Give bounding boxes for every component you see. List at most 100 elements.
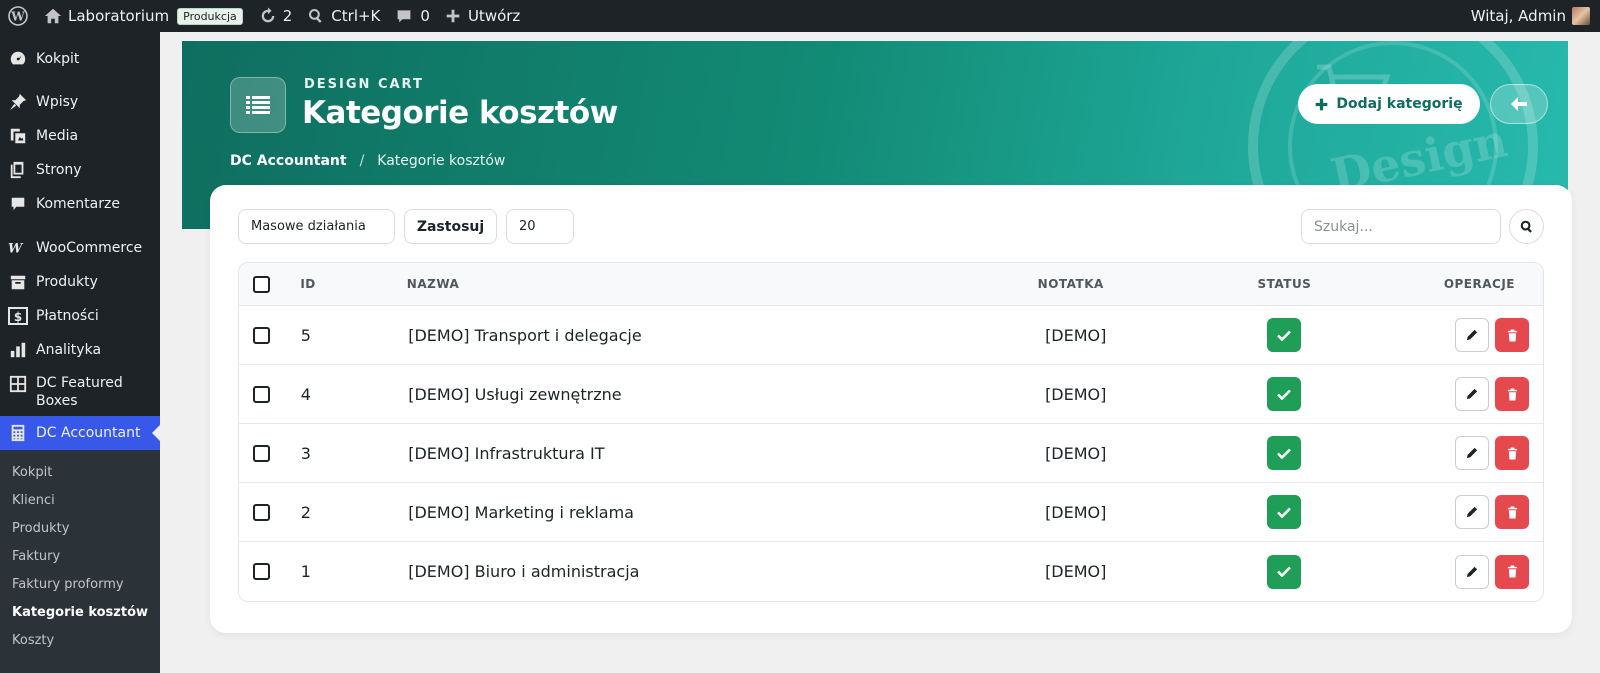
trash-icon — [1507, 506, 1517, 518]
bulk-actions-select[interactable]: Masowe działania — [238, 209, 395, 244]
new-content-link[interactable]: Utwórz — [438, 0, 528, 32]
sidebar-item-label: Kokpit — [36, 51, 80, 67]
sidebar-item-label: Komentarze — [36, 196, 120, 212]
command-palette-link[interactable]: Ctrl+K — [300, 0, 388, 32]
calculator-icon — [8, 423, 28, 443]
edit-button[interactable] — [1455, 495, 1490, 529]
apply-button[interactable]: Zastosuj — [404, 209, 497, 244]
pin-icon — [8, 92, 28, 112]
account-menu[interactable]: Witaj, Admin — [1471, 7, 1600, 25]
sidebar-item-label: DC Featured Boxes — [36, 375, 123, 409]
pencil-icon — [1466, 447, 1478, 459]
status-toggle[interactable] — [1266, 495, 1301, 529]
edit-button[interactable] — [1455, 318, 1490, 352]
media-icon — [8, 126, 28, 146]
edit-button[interactable] — [1455, 554, 1490, 589]
sidebar-item-analityka[interactable]: Analityka — [0, 333, 160, 367]
delete-button[interactable] — [1495, 554, 1530, 589]
submenu-item-koszty[interactable]: Koszty — [0, 626, 160, 654]
add-category-button[interactable]: Dodaj kategorię — [1298, 84, 1480, 124]
table-toolbar: Masowe działania Zastosuj 20 — [238, 209, 574, 244]
row-name: [DEMO] Marketing i reklama — [408, 502, 634, 522]
edit-button[interactable] — [1455, 436, 1490, 470]
plus-icon — [446, 9, 460, 23]
sidebar-item-platnosci[interactable]: $ Płatności — [0, 299, 160, 333]
status-toggle[interactable] — [1266, 377, 1301, 411]
row-name: [DEMO] Infrastruktura IT — [408, 443, 605, 463]
column-header-id[interactable]: ID — [300, 277, 406, 291]
main-content: Design DESIGN CART Kategorie kosztów DC … — [160, 32, 1600, 673]
edit-button[interactable] — [1455, 377, 1490, 411]
dollar-icon: $ — [8, 306, 28, 326]
submenu-item-produkty[interactable]: Produkty — [0, 514, 160, 542]
row-checkbox[interactable] — [253, 326, 270, 344]
column-header-status: STATUS — [1257, 277, 1312, 291]
svg-text:W: W — [10, 10, 25, 24]
sidebar-item-kokpit[interactable]: Kokpit — [0, 42, 160, 76]
table-row: 5 [DEMO] Transport i delegacje [DEMO] — [239, 306, 1543, 365]
site-name-link[interactable]: Laboratorium Produkcja — [36, 0, 251, 32]
check-icon — [1277, 330, 1291, 341]
sidebar-item-produkty[interactable]: Produkty — [0, 265, 160, 299]
back-button[interactable] — [1490, 84, 1548, 124]
sidebar-item-woocommerce[interactable]: W WooCommerce — [0, 231, 160, 265]
trash-icon — [1507, 388, 1517, 400]
sidebar-item-label: DC Accountant — [36, 425, 141, 441]
row-checkbox[interactable] — [253, 385, 270, 403]
submenu-item-kategorie-kosztow[interactable]: Kategorie kosztów — [0, 598, 160, 626]
status-toggle[interactable] — [1266, 318, 1301, 352]
search-bar — [1301, 209, 1544, 244]
row-note: [DEMO] — [1045, 562, 1107, 581]
sidebar-item-label: Płatności — [36, 308, 99, 324]
sidebar-item-strony[interactable]: Strony — [0, 153, 160, 187]
breadcrumb-link-dc-accountant[interactable]: DC Accountant — [230, 153, 347, 169]
status-toggle[interactable] — [1266, 554, 1301, 589]
per-page-input[interactable]: 20 — [506, 209, 574, 244]
select-all-checkbox[interactable] — [253, 275, 270, 293]
wordpress-logo-icon[interactable]: W — [0, 0, 36, 32]
sidebar-item-dc-featured-boxes[interactable]: DC Featured Boxes — [0, 368, 160, 414]
delete-button[interactable] — [1495, 495, 1530, 529]
column-header-name[interactable]: NAZWA — [407, 277, 1038, 291]
row-checkbox[interactable] — [253, 503, 270, 521]
status-toggle[interactable] — [1266, 436, 1301, 470]
row-id: 1 — [300, 562, 311, 581]
search-icon — [309, 9, 322, 23]
sidebar-item-wpisy[interactable]: Wpisy — [0, 85, 160, 119]
table-row: 2 [DEMO] Marketing i reklama [DEMO] — [239, 483, 1543, 542]
row-note: [DEMO] — [1045, 384, 1107, 404]
row-name: [DEMO] Biuro i administracja — [408, 562, 640, 581]
table-header: ID NAZWA NOTATKA STATUS OPERACJE — [239, 263, 1543, 306]
delete-button[interactable] — [1495, 436, 1530, 470]
search-input[interactable] — [1301, 209, 1501, 244]
add-category-label: Dodaj kategorię — [1336, 96, 1463, 112]
sidebar-item-komentarze[interactable]: Komentarze — [0, 187, 160, 221]
search-button[interactable] — [1509, 209, 1544, 244]
sidebar-item-media[interactable]: Media — [0, 119, 160, 153]
row-checkbox[interactable] — [253, 444, 270, 462]
updates-link[interactable]: 2 — [251, 0, 301, 32]
sidebar-item-label: WooCommerce — [36, 240, 143, 256]
plus-icon — [1316, 98, 1328, 110]
submenu-item-faktury-proformy[interactable]: Faktury proformy — [0, 570, 160, 598]
delete-button[interactable] — [1495, 318, 1530, 352]
row-id: 4 — [300, 384, 311, 404]
delete-button[interactable] — [1495, 377, 1530, 411]
sidebar-item-dc-accountant[interactable]: DC Accountant — [0, 416, 160, 450]
row-id: 5 — [300, 325, 311, 345]
comments-link[interactable]: 0 — [388, 0, 438, 32]
submenu-item-kokpit[interactable]: Kokpit — [0, 458, 160, 486]
submenu-item-faktury[interactable]: Faktury — [0, 542, 160, 570]
row-checkbox[interactable] — [253, 563, 270, 580]
table-row: 3 [DEMO] Infrastruktura IT [DEMO] — [239, 424, 1543, 483]
archive-icon — [8, 272, 28, 292]
submenu-item-klienci[interactable]: Klienci — [0, 486, 160, 514]
new-content-label: Utwórz — [467, 7, 521, 25]
trash-icon — [1507, 565, 1517, 578]
sidebar-item-label: Wpisy — [36, 94, 79, 110]
pencil-icon — [1466, 388, 1478, 400]
row-name: [DEMO] Transport i delegacje — [408, 325, 642, 345]
woocommerce-icon: W — [8, 238, 28, 258]
dashboard-icon — [8, 49, 28, 69]
command-shortcut: Ctrl+K — [331, 7, 381, 25]
